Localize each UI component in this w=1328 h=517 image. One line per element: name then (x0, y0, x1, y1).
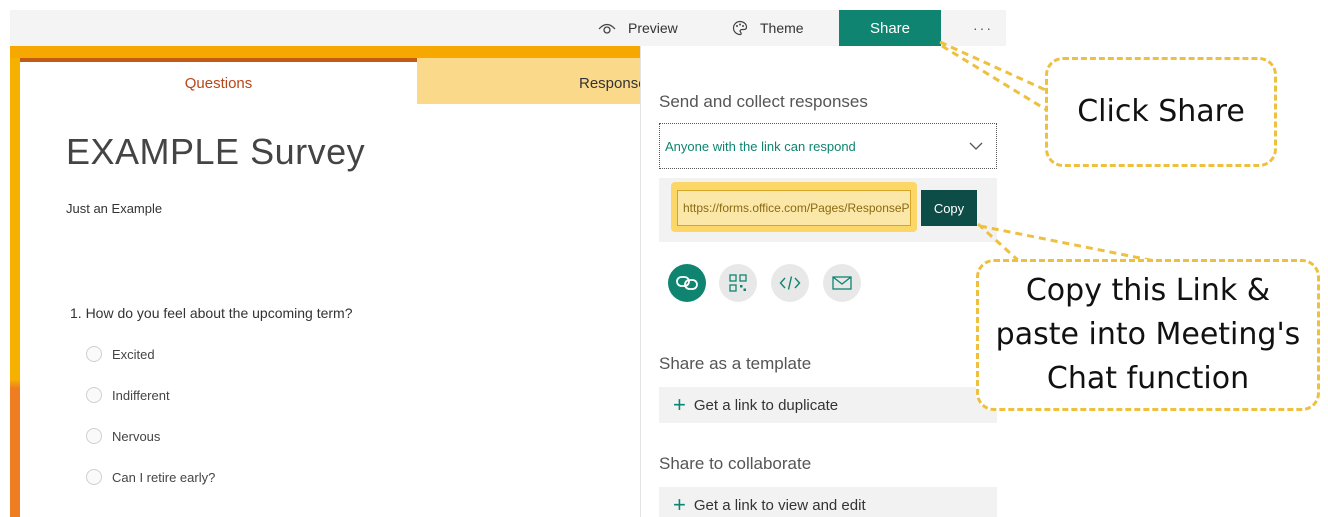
click-share-callout: Click Share (1045, 57, 1277, 167)
copy-link-callout: Copy this Link & paste into Meeting's Ch… (976, 259, 1320, 411)
callout-share-text: Click Share (1077, 94, 1245, 129)
callout-copy-line: Chat function (1046, 361, 1250, 396)
callout-copy-line: paste into Meeting's (995, 317, 1301, 352)
callout-copy-line: Copy this Link & (1025, 273, 1271, 308)
